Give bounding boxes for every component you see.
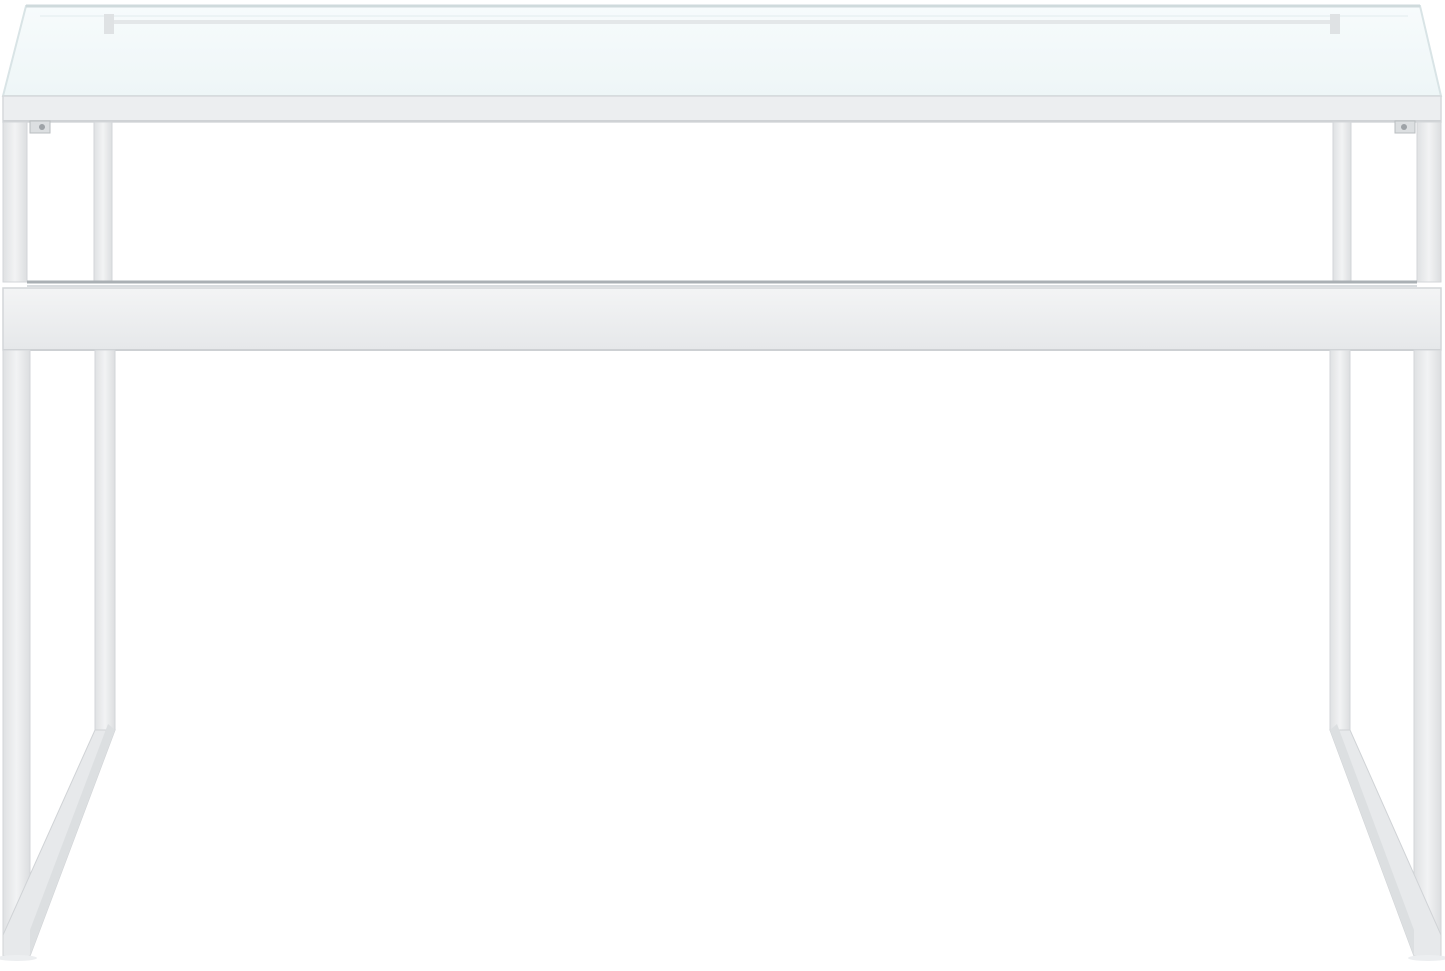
upper-front-post-right: [1416, 121, 1442, 283]
upper-front-post-left: [2, 121, 28, 283]
upper-rear-post-left: [93, 121, 113, 283]
glass-tabletop: [1, 4, 1443, 97]
floor-shadow: [0, 955, 1445, 961]
shelf-glass-edge: [27, 280, 1417, 287]
desk-illustration: [0, 4, 1445, 961]
glass-bracket-left: [29, 120, 51, 134]
left-leg-frame: [2, 349, 116, 957]
glass-bracket-right: [1394, 120, 1416, 134]
top-front-rail: [2, 95, 1442, 123]
product-image-canvas: [0, 0, 1445, 971]
upper-rear-post-right: [1332, 121, 1352, 283]
right-leg-frame: [1329, 349, 1442, 957]
front-apron: [2, 287, 1442, 351]
